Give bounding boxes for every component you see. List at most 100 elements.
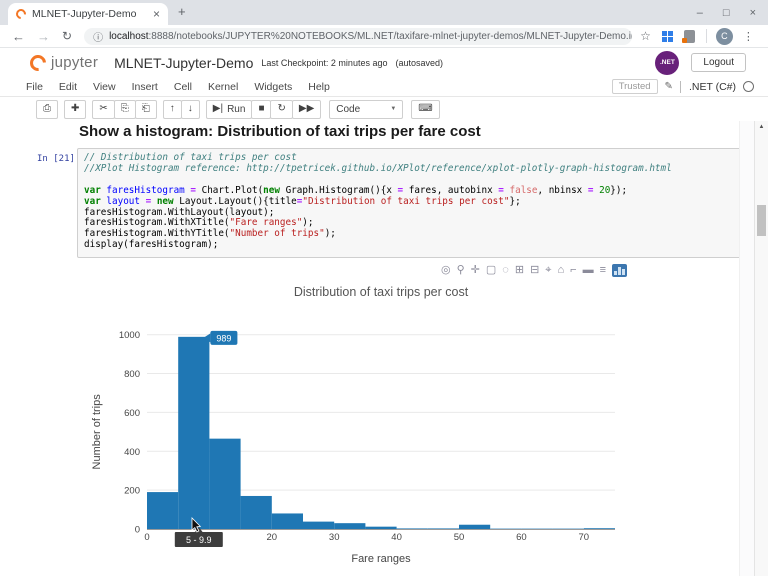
histogram-bar[interactable]: [209, 438, 241, 529]
paste-cell-button[interactable]: ⎗: [134, 99, 157, 119]
window-controls: – □ ×: [697, 0, 756, 25]
histogram-bar[interactable]: [271, 513, 303, 529]
command-palette-button[interactable]: ⌨: [411, 99, 440, 119]
camera-icon[interactable]: ◎: [441, 264, 451, 276]
histogram-bar[interactable]: [147, 492, 179, 529]
menu-cell[interactable]: Cell: [166, 81, 200, 93]
extension-grid-icon[interactable]: [661, 30, 673, 42]
hover-closest-icon[interactable]: ▬: [583, 264, 594, 276]
histogram-bar[interactable]: [178, 336, 210, 529]
scrollbar-track[interactable]: ▲: [754, 121, 768, 576]
url-host: localhost: [109, 30, 149, 42]
zoom-out-icon[interactable]: ⊟: [530, 264, 539, 276]
spike-lines-icon[interactable]: ⌐: [570, 264, 576, 276]
plotly-logo-icon[interactable]: [612, 263, 627, 277]
input-prompt: In [21]:: [37, 154, 81, 164]
histogram-bar[interactable]: [334, 523, 366, 529]
cut-cell-icon: ✂: [99, 103, 108, 114]
histogram-bar[interactable]: [459, 524, 491, 529]
trusted-badge[interactable]: Trusted: [611, 79, 658, 94]
menu-widgets[interactable]: Widgets: [246, 81, 300, 93]
interrupt-kernel-button[interactable]: ■: [251, 99, 272, 119]
run-button[interactable]: ▶| Run: [205, 99, 253, 119]
pan-icon[interactable]: ✛: [471, 264, 480, 276]
histogram-chart[interactable]: Distribution of taxi trips per cost02004…: [38, 281, 738, 573]
menu-file[interactable]: File: [18, 81, 51, 93]
histogram-bar[interactable]: [303, 521, 335, 529]
menu-insert[interactable]: Insert: [124, 81, 166, 93]
move-cell-down-icon: ↓: [187, 103, 193, 114]
x-tick-label: 30: [329, 532, 340, 543]
kernel-name: .NET (C#): [679, 80, 736, 93]
cell-type-value: Code: [336, 103, 361, 115]
x-tick-label: 40: [391, 532, 402, 543]
lasso-select-icon[interactable]: ◌: [502, 264, 509, 276]
autoscale-icon[interactable]: ⌖: [545, 264, 551, 276]
save-icon: ⎙: [43, 103, 51, 114]
move-cell-up-button[interactable]: ↑: [162, 99, 182, 119]
notebook-toolbar-buttons: ⎙ ✚ ✂ ⎘ ⎗ ↑ ↓ ▶| Run ■ ↻ ▶▶: [36, 99, 322, 119]
restart-run-all-button[interactable]: ▶▶: [291, 99, 322, 119]
code-cell[interactable]: // Distribution of taxi trips per cost//…: [77, 148, 741, 258]
close-tab-icon[interactable]: ×: [153, 7, 160, 21]
histogram-bar[interactable]: [396, 528, 428, 529]
browser-tab[interactable]: MLNET-Jupyter-Demo ×: [8, 3, 168, 25]
cut-cell-button[interactable]: ✂: [92, 99, 115, 119]
reload-icon[interactable]: ↻: [62, 30, 72, 42]
save-button[interactable]: ⎙: [36, 99, 58, 119]
add-cell-icon: ✚: [71, 103, 80, 114]
extension-clip-icon[interactable]: [681, 29, 695, 43]
histogram-bar[interactable]: [365, 526, 397, 529]
scroll-up-icon[interactable]: ▲: [755, 124, 768, 130]
jupyter-logo-text[interactable]: jupyter: [51, 54, 98, 71]
bookmark-star-icon[interactable]: ☆: [640, 29, 651, 43]
histogram-bar[interactable]: [240, 495, 272, 529]
x-tick-label: 60: [516, 532, 527, 543]
run-label: Run: [227, 103, 246, 115]
close-window-icon[interactable]: ×: [750, 7, 756, 19]
toolbar-divider: [705, 29, 707, 43]
new-tab-button[interactable]: +: [178, 4, 186, 19]
restart-kernel-button[interactable]: ↻: [270, 99, 293, 119]
reset-axes-icon[interactable]: ⌂: [557, 264, 564, 276]
cell-type-dropdown[interactable]: Code ▼: [329, 99, 404, 119]
menu-kernel[interactable]: Kernel: [200, 81, 246, 93]
profile-avatar[interactable]: C: [715, 27, 733, 45]
x-tick-label: 0: [144, 532, 149, 543]
jupyter-menubar: File Edit View Insert Cell Kernel Widgets Help …: [0, 77, 768, 97]
checkpoint-status: Last Checkpoint: 2 minutes ago: [261, 57, 388, 68]
tab-strip: MLNET-Jupyter-Demo × + – □ ×: [0, 0, 768, 25]
logout-button[interactable]: Logout: [691, 53, 746, 72]
maximize-icon[interactable]: □: [723, 7, 730, 19]
histogram-bar[interactable]: [427, 528, 459, 529]
chart-title: Distribution of taxi trips per cost: [294, 285, 469, 299]
copy-cell-button[interactable]: ⎘: [113, 99, 136, 119]
dropdown-caret-icon: ▼: [390, 106, 397, 112]
minimize-icon[interactable]: –: [697, 7, 703, 19]
notebook-toolbar: ⎙ ✚ ✂ ⎘ ⎗ ↑ ↓ ▶| Run ■ ↻ ▶▶ Code ▼ ⌨: [0, 97, 768, 121]
back-icon[interactable]: ←: [12, 30, 25, 43]
menu-edit[interactable]: Edit: [51, 81, 85, 93]
notebook-title[interactable]: MLNET-Jupyter-Demo: [114, 55, 253, 71]
code-editor[interactable]: // Distribution of taxi trips per cost//…: [84, 152, 734, 251]
browser-window: MLNET-Jupyter-Demo × + – □ × ← → ↻ ⓘ loc…: [0, 0, 768, 576]
histogram-bar[interactable]: [583, 528, 615, 529]
jupyter-logo-icon[interactable]: [26, 51, 50, 74]
add-cell-button[interactable]: ✚: [64, 99, 87, 119]
x-tick-label: 20: [267, 532, 278, 543]
forward-icon[interactable]: →: [37, 30, 50, 43]
menu-view[interactable]: View: [85, 81, 124, 93]
zoom-icon[interactable]: ⚲: [457, 264, 465, 276]
plotly-modebar: ◎ ⚲ ✛ ▢ ◌ ⊞ ⊟ ⌖ ⌂ ⌐ ▬ ≡: [441, 262, 627, 278]
zoom-in-icon[interactable]: ⊞: [515, 264, 524, 276]
browser-menu-icon[interactable]: ⋮: [743, 30, 754, 43]
site-info-icon[interactable]: ⓘ: [93, 29, 103, 44]
box-select-icon[interactable]: ▢: [486, 264, 496, 276]
scrollbar-thumb[interactable]: [757, 205, 766, 236]
url-bar[interactable]: ⓘ localhost:8888/notebooks/JUPYTER%20NOT…: [84, 27, 633, 45]
browser-toolbar: ← → ↻ ⓘ localhost:8888/notebooks/JUPYTER…: [0, 25, 768, 48]
hover-compare-icon[interactable]: ≡: [600, 264, 606, 276]
run-icon: ▶|: [212, 103, 224, 114]
menu-help[interactable]: Help: [300, 81, 338, 93]
move-cell-down-button[interactable]: ↓: [180, 99, 200, 119]
